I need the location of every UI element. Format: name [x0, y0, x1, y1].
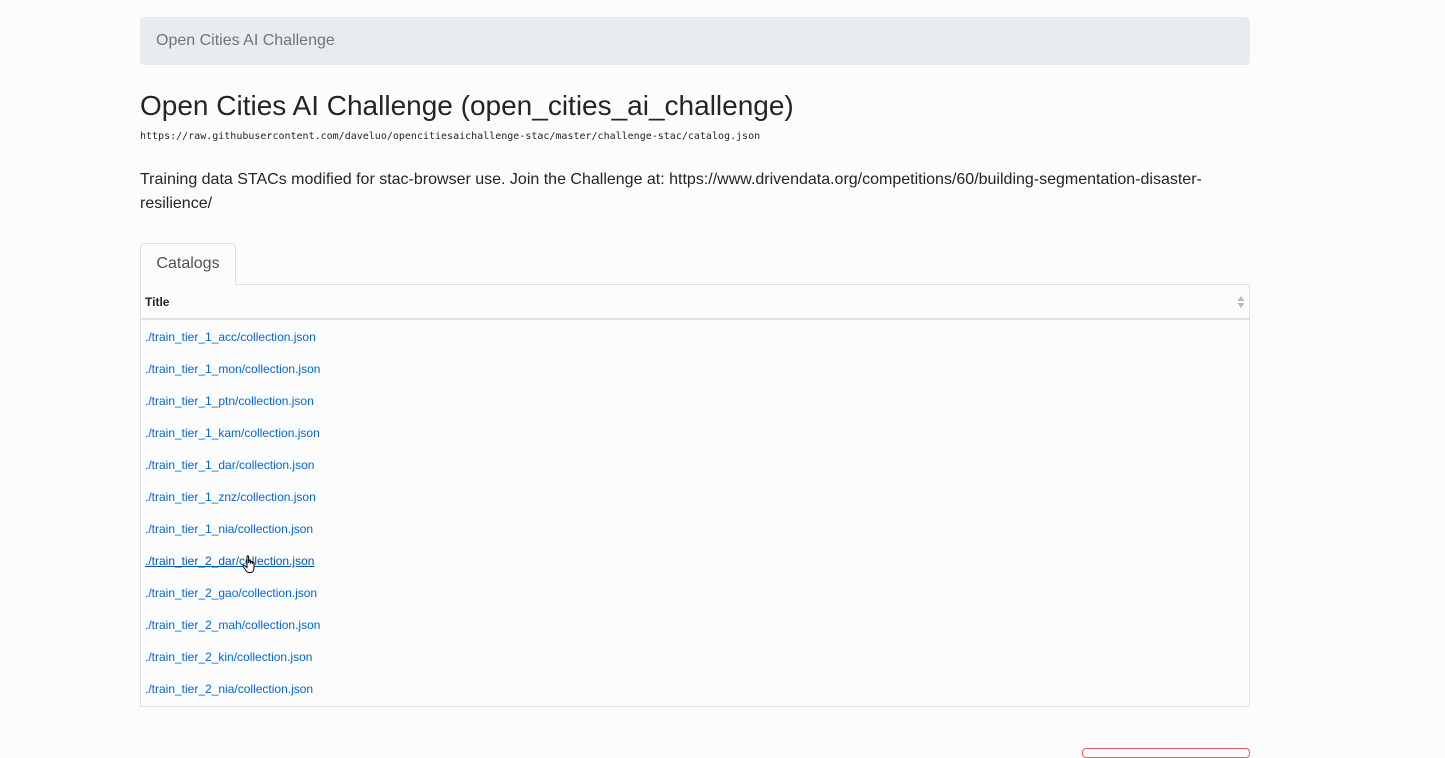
catalog-link[interactable]: ./train_tier_1_kam/collection.json	[145, 426, 320, 440]
breadcrumb: Open Cities AI Challenge	[140, 17, 1250, 65]
catalog-link[interactable]: ./train_tier_1_mon/collection.json	[145, 362, 320, 376]
catalog-link[interactable]: ./train_tier_2_nia/collection.json	[145, 682, 313, 696]
catalogs-table: Title ./train_tier_1_acc/collection.json…	[140, 285, 1250, 707]
table-row: ./train_tier_2_mah/collection.json	[141, 609, 1249, 641]
column-header-title[interactable]: Title	[145, 295, 169, 309]
catalog-link[interactable]: ./train_tier_2_mah/collection.json	[145, 618, 320, 632]
catalog-link[interactable]: ./train_tier_1_dar/collection.json	[145, 458, 314, 472]
catalog-link[interactable]: ./train_tier_2_gao/collection.json	[145, 586, 317, 600]
hand-pointer-cursor-icon	[242, 555, 255, 573]
catalog-link[interactable]: ./train_tier_1_ptn/collection.json	[145, 394, 314, 408]
catalog-link[interactable]: ./train_tier_1_nia/collection.json	[145, 522, 313, 536]
table-header[interactable]: Title	[141, 285, 1249, 320]
table-row: ./train_tier_1_dar/collection.json	[141, 449, 1249, 481]
table-row: ./train_tier_1_nia/collection.json	[141, 513, 1249, 545]
table-row: ./train_tier_2_gao/collection.json	[141, 577, 1249, 609]
table-body: ./train_tier_1_acc/collection.json ./trai…	[141, 320, 1249, 706]
catalog-url: https://raw.githubusercontent.com/davelu…	[140, 131, 761, 142]
catalog-description: Training data STACs modified for stac-br…	[140, 171, 1202, 212]
catalog-link[interactable]: ./train_tier_2_kin/collection.json	[145, 650, 312, 664]
main-container: Open Cities AI Challenge Open Cities AI …	[140, 17, 1250, 707]
table-row: ./train_tier_2_kin/collection.json	[141, 641, 1249, 673]
tab-bar: Catalogs	[140, 242, 1250, 285]
table-row: ./train_tier_1_kam/collection.json	[141, 417, 1249, 449]
catalog-link[interactable]: ./train_tier_1_acc/collection.json	[145, 330, 316, 344]
catalog-link[interactable]: ./train_tier_1_znz/collection.json	[145, 490, 316, 504]
tab-catalogs[interactable]: Catalogs	[140, 243, 236, 285]
table-row: ./train_tier_1_znz/collection.json	[141, 481, 1249, 513]
page-title: Open Cities AI Challenge (open_cities_ai…	[140, 90, 794, 121]
catalog-link[interactable]: ./train_tier_2_dar/collection.json	[145, 554, 314, 568]
breadcrumb-item: Open Cities AI Challenge	[156, 32, 335, 49]
table-row: ./train_tier_1_acc/collection.json	[141, 321, 1249, 353]
table-row: ./train_tier_1_mon/collection.json	[141, 353, 1249, 385]
table-row: ./train_tier_2_dar/collection.json	[141, 545, 1249, 577]
table-row: ./train_tier_2_nia/collection.json	[141, 673, 1249, 705]
partial-button[interactable]	[1082, 748, 1250, 758]
table-row: ./train_tier_1_ptn/collection.json	[141, 385, 1249, 417]
sort-icon[interactable]	[1237, 295, 1245, 309]
